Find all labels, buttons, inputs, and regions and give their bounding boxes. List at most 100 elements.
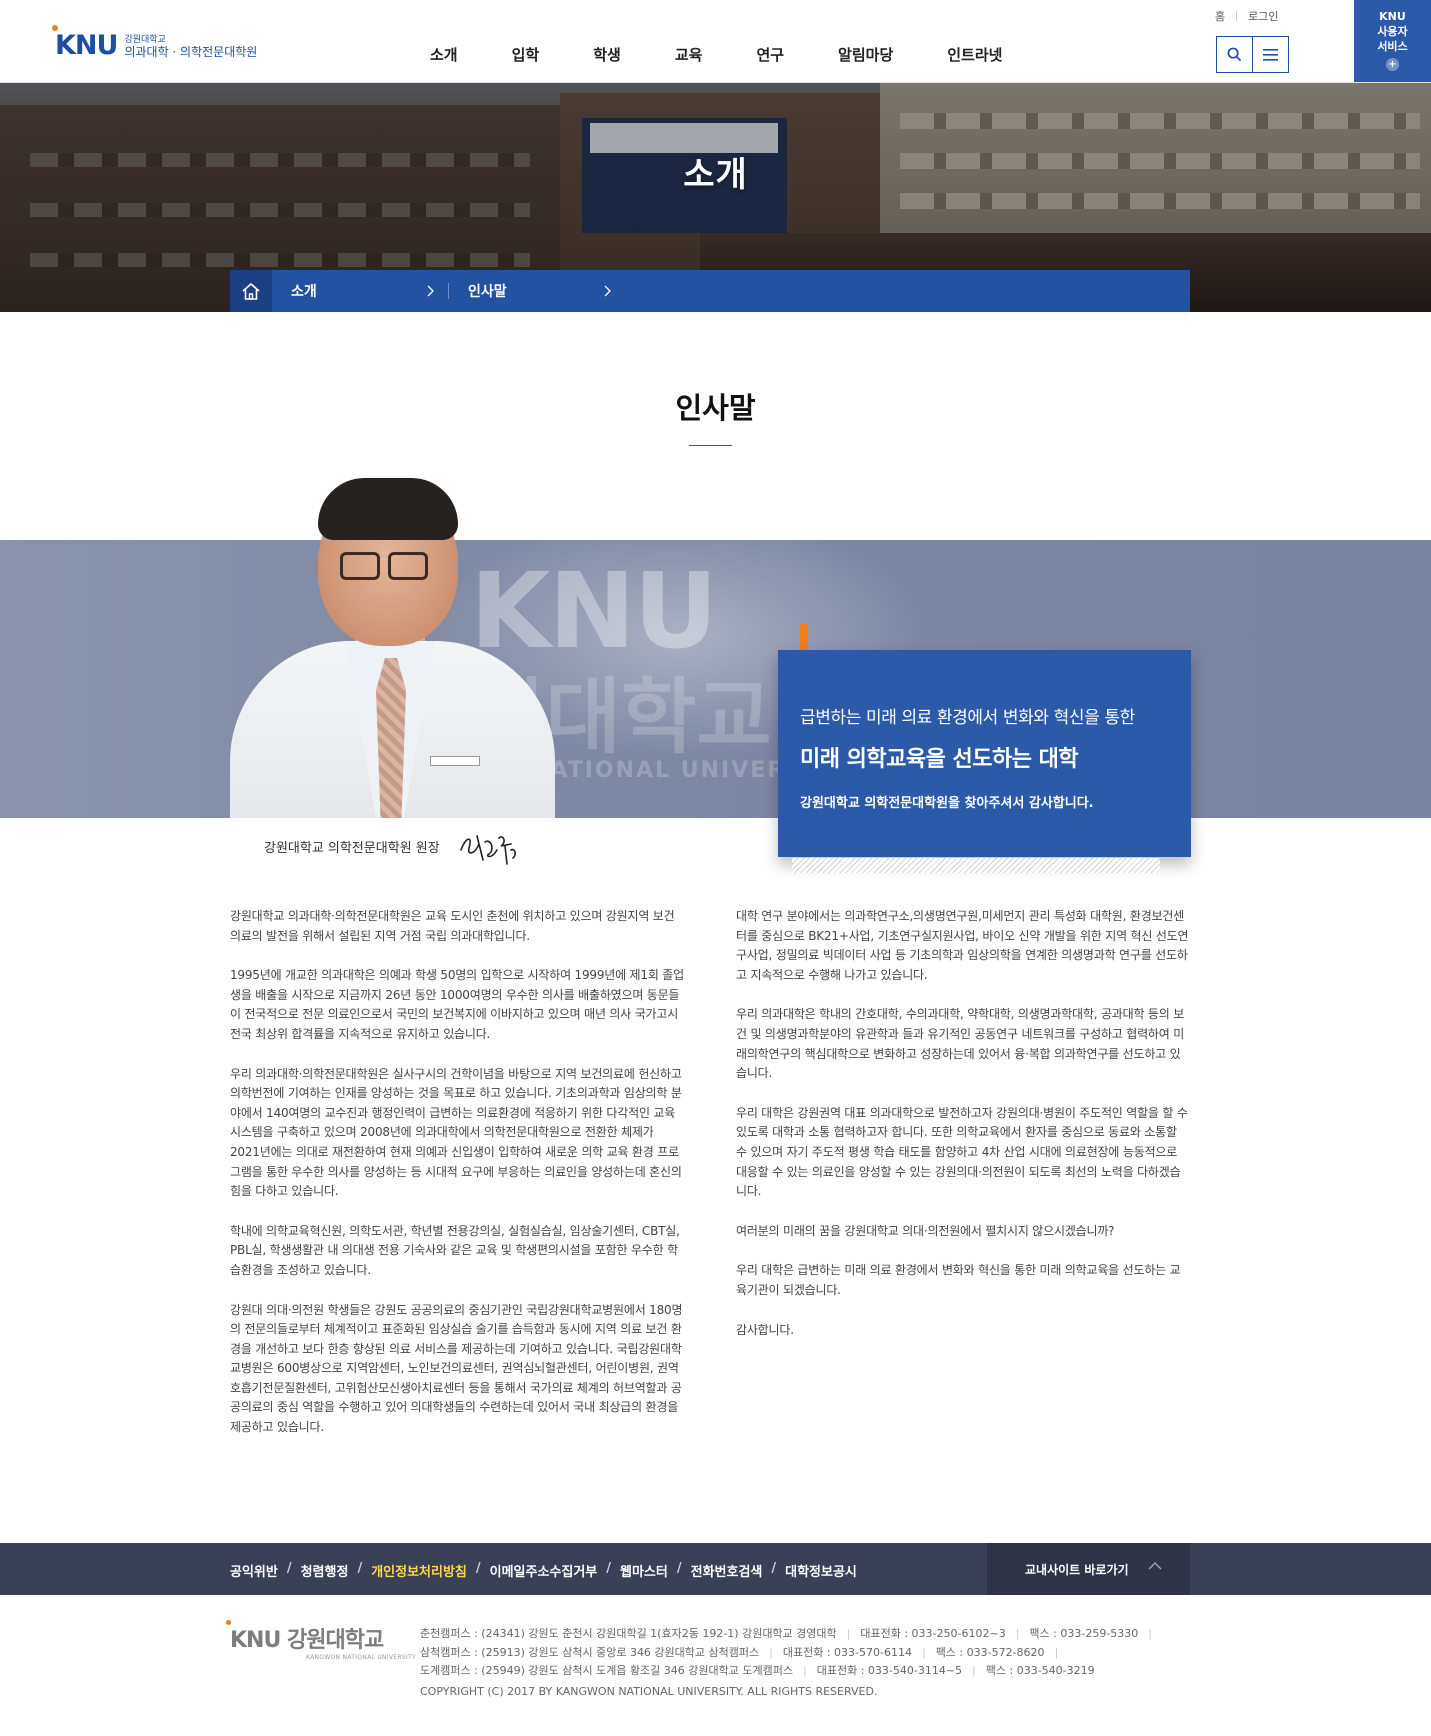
- chevron-right-icon: [604, 285, 611, 297]
- pipe-divider: |: [803, 1664, 807, 1677]
- quote-thanks: 강원대학교 의학전문대학원을 찾아주셔서 감사합니다.: [800, 796, 1094, 811]
- site-logo[interactable]: KNU 강원대학교 의과대학 · 의학전문대학원: [52, 25, 257, 61]
- paragraph: 대학 연구 분야에서는 의과학연구소,의생명연구원,미세먼지 관리 특성화 대학…: [736, 909, 1189, 982]
- footer-link-separator: /: [676, 1561, 682, 1576]
- logo-college: 의과대학 · 의학전문대학원: [124, 44, 258, 59]
- dean-signature: [460, 835, 516, 865]
- footer-link-webmaster[interactable]: 웹마스터: [620, 1561, 668, 1580]
- greeting-text-right: 대학 연구 분야에서는 의과학연구소,의생명연구원,미세먼지 관리 특성화 대학…: [736, 907, 1191, 1360]
- breadcrumb-home[interactable]: [230, 270, 272, 312]
- greeting-quote-box: 급변하는 미래 의료 환경에서 변화와 혁신을 통한 미래 의학교육을 선도하는…: [778, 650, 1191, 857]
- search-icon: [1227, 47, 1242, 62]
- footer-link-separator: /: [286, 1561, 292, 1576]
- footer-logo-sub: KANGWON NATIONAL UNIVERSITY: [306, 1654, 416, 1661]
- site-header: KNU 강원대학교 의과대학 · 의학전문대학원 소개 입학 학생 교육 연구 …: [0, 0, 1431, 83]
- footer-link-separator: /: [606, 1561, 612, 1576]
- chevron-up-icon: [1148, 1562, 1162, 1570]
- pipe-divider: |: [846, 1627, 851, 1640]
- family-site-dropdown[interactable]: 교내사이트 바로가기: [987, 1543, 1190, 1595]
- nav-item-notice[interactable]: 알림마당: [838, 44, 893, 65]
- chevron-right-icon: [427, 285, 434, 297]
- nav-item-research[interactable]: 연구: [756, 44, 784, 65]
- title-underline: [689, 445, 732, 446]
- copyright: COPYRIGHT (C) 2017 BY KANGWON NATIONAL U…: [420, 1684, 878, 1698]
- knu-service-line3: 서비스: [1377, 40, 1408, 53]
- footer-address: 춘천캠퍼스 : (24341) 강원도 춘천시 강원대학길 1(효자2동 192…: [420, 1625, 1162, 1701]
- paragraph: 우리 의과대학은 학내의 간호대학, 수의과대학, 약학대학, 의생명과학대학,…: [736, 1007, 1185, 1081]
- banner-title: 소개: [683, 155, 748, 195]
- nav-item-intranet[interactable]: 인트라넷: [947, 44, 1002, 65]
- page-title: 인사말: [675, 391, 756, 425]
- util-divider: [1236, 11, 1238, 21]
- quote-subtitle: 급변하는 미래 의료 환경에서 변화와 혁신을 통한: [800, 708, 1135, 728]
- campus-row: 춘천캠퍼스 : (24341) 강원도 춘천시 강원대학길 1(효자2동 192…: [420, 1627, 1153, 1640]
- portrait-name-badge: [430, 756, 480, 766]
- logo-university: 강원대학교: [124, 34, 166, 45]
- footer-link-integrity[interactable]: 청렴행정: [301, 1561, 349, 1580]
- paragraph: 감사합니다.: [736, 1322, 794, 1337]
- hamburger-icon: [1263, 48, 1278, 61]
- footer-link-separator: /: [357, 1561, 363, 1576]
- footer-logo: KNU 강원대학교 KANGWON NATIONAL UNIVERSITY: [226, 1620, 416, 1661]
- logo-text: 강원대학교 의과대학 · 의학전문대학원: [124, 34, 257, 58]
- login-link[interactable]: 로그인: [1248, 8, 1278, 24]
- portrait-tie: [376, 658, 406, 818]
- greeting-band: KNU 원대학교 NATIONAL UNIVERSITY: [0, 540, 1431, 818]
- knu-service-line2: 사용자: [1377, 25, 1408, 38]
- paragraph: 학내에 의학교육혁신원, 의학도서관, 학년별 전용강의실, 실험실습실, 임상…: [230, 1223, 680, 1277]
- breadcrumb-depth1[interactable]: 소개: [272, 281, 448, 301]
- util-links: 홈 로그인: [1215, 8, 1279, 24]
- portrait-glasses: [340, 552, 380, 580]
- paragraph: 우리 대학은 급변하는 미래 의료 환경에서 변화와 혁신을 통한 미래 의학교…: [736, 1263, 1181, 1297]
- menu-button[interactable]: [1252, 36, 1289, 73]
- home-link[interactable]: 홈: [1215, 8, 1225, 24]
- footer-link-phone-search[interactable]: 전화번호검색: [691, 1561, 763, 1580]
- logo-dot: [52, 25, 58, 31]
- nav-item-admission[interactable]: 입학: [512, 44, 540, 65]
- family-site-label: 교내사이트 바로가기: [1025, 1562, 1129, 1577]
- footer-link-disclosure[interactable]: 대학정보공시: [785, 1561, 857, 1580]
- nav-item-intro[interactable]: 소개: [430, 44, 458, 65]
- paragraph: 강원대학교 의과대학·의학전문대학원은 교육 도시인 춘천에 위치하고 있으며 …: [230, 909, 675, 943]
- footer-link-email-refuse[interactable]: 이메일주소수집거부: [490, 1561, 598, 1580]
- main-nav: 소개 입학 학생 교육 연구 알림마당 인트라넷: [430, 44, 1056, 65]
- paragraph: 1995년에 개교한 의과대학은 의예과 학생 50명의 입학으로 시작하여 1…: [230, 968, 684, 1041]
- pipe-divider: |: [1015, 1627, 1020, 1640]
- plus-icon: +: [1386, 58, 1399, 71]
- knu-service-line1: KNU: [1379, 10, 1406, 23]
- dean-caption: 강원대학교 의학전문대학원 원장: [264, 841, 440, 856]
- pipe-divider: |: [1148, 1627, 1153, 1640]
- greeting-text-left: 강원대학교 의과대학·의학전문대학원은 교육 도시인 춘천에 위치하고 있으며 …: [230, 907, 685, 1458]
- logo-mark: KNU: [52, 25, 118, 61]
- pipe-divider: |: [921, 1645, 926, 1659]
- pipe-divider: |: [769, 1645, 773, 1659]
- paragraph: 우리 의과대학·의학전문대학원은 실사구시의 건학이념을 바탕으로 지역 보건의…: [230, 1066, 682, 1199]
- campus-row: 도계캠퍼스 : (25949) 강원도 삼척시 도계읍 황조길 346 강원대학…: [420, 1664, 1095, 1677]
- home-icon: [242, 282, 260, 300]
- breadcrumb-depth2[interactable]: 인사말: [449, 281, 625, 301]
- nav-item-education[interactable]: 교육: [675, 44, 703, 65]
- paragraph: 우리 대학은 강원권역 대표 의과대학으로 발전하고자 강원의대·병원이 주도적…: [736, 1105, 1188, 1199]
- dean-portrait: [230, 466, 555, 818]
- nav-item-student[interactable]: 학생: [593, 44, 621, 65]
- paragraph: 강원대 의대·의전원 학생들은 강원도 공공의료의 중심기관인 국립강원대학교병…: [230, 1302, 683, 1435]
- footer-link-whistleblow[interactable]: 공익위반: [230, 1561, 278, 1580]
- footer-links: 공익위반 / 청렴행정 / 개인정보처리방침 / 이메일주소수집거부 / 웹마스…: [230, 1561, 857, 1580]
- campus-row: 삼척캠퍼스 : (25913) 강원도 삼척시 중앙로 346 강원대학교 삼척…: [420, 1645, 1059, 1659]
- footer-logo-mark: KNU 강원대학교: [226, 1620, 416, 1654]
- breadcrumb-depth1-label: 소개: [291, 284, 317, 300]
- footer-link-separator: /: [475, 1561, 481, 1576]
- breadcrumb: 소개 인사말: [230, 270, 1190, 312]
- breadcrumb-depth2-label: 인사말: [468, 284, 507, 300]
- portrait-glasses: [388, 552, 428, 580]
- search-button[interactable]: [1216, 36, 1253, 73]
- paragraph: 여러분의 미래의 꿈을 강원대학교 의대·의전원에서 펼치시지 않으시겠습니까?: [736, 1223, 1115, 1238]
- knu-user-service-button[interactable]: KNU 사용자 서비스 +: [1354, 0, 1431, 82]
- footer-link-separator: /: [771, 1561, 777, 1576]
- footer-link-privacy[interactable]: 개인정보처리방침: [371, 1561, 467, 1580]
- pipe-divider: |: [1054, 1645, 1059, 1659]
- quote-headline: 미래 의학교육을 선도하는 대학: [800, 747, 1079, 772]
- portrait-hair: [318, 478, 458, 540]
- quote-shadow-pattern: [792, 858, 1160, 873]
- footer-logo-dot: [226, 1620, 231, 1625]
